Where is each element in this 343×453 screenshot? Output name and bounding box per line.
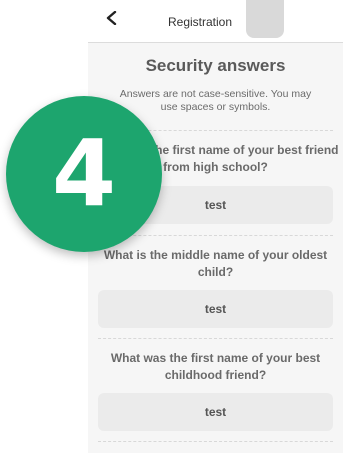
back-button[interactable] [100,6,124,30]
nav-title: Registration [168,15,233,29]
answer-field-3[interactable]: test [98,393,333,431]
divider [98,235,333,236]
answer-field-2[interactable]: test [98,290,333,328]
chevron-left-icon [106,11,117,25]
step-number-badge: 4 [6,96,162,252]
divider [98,338,333,339]
divider [98,441,333,442]
question-2: What is the middle name of your oldest c… [103,248,328,279]
top-nav-bar: Registration [88,0,343,43]
section-subtitle: Answers are not case-sensitive. You may … [119,88,312,113]
overlay-bubble [246,0,284,38]
question-3: What was the first name of your best chi… [110,351,321,382]
section-title: Security answers [145,56,286,75]
